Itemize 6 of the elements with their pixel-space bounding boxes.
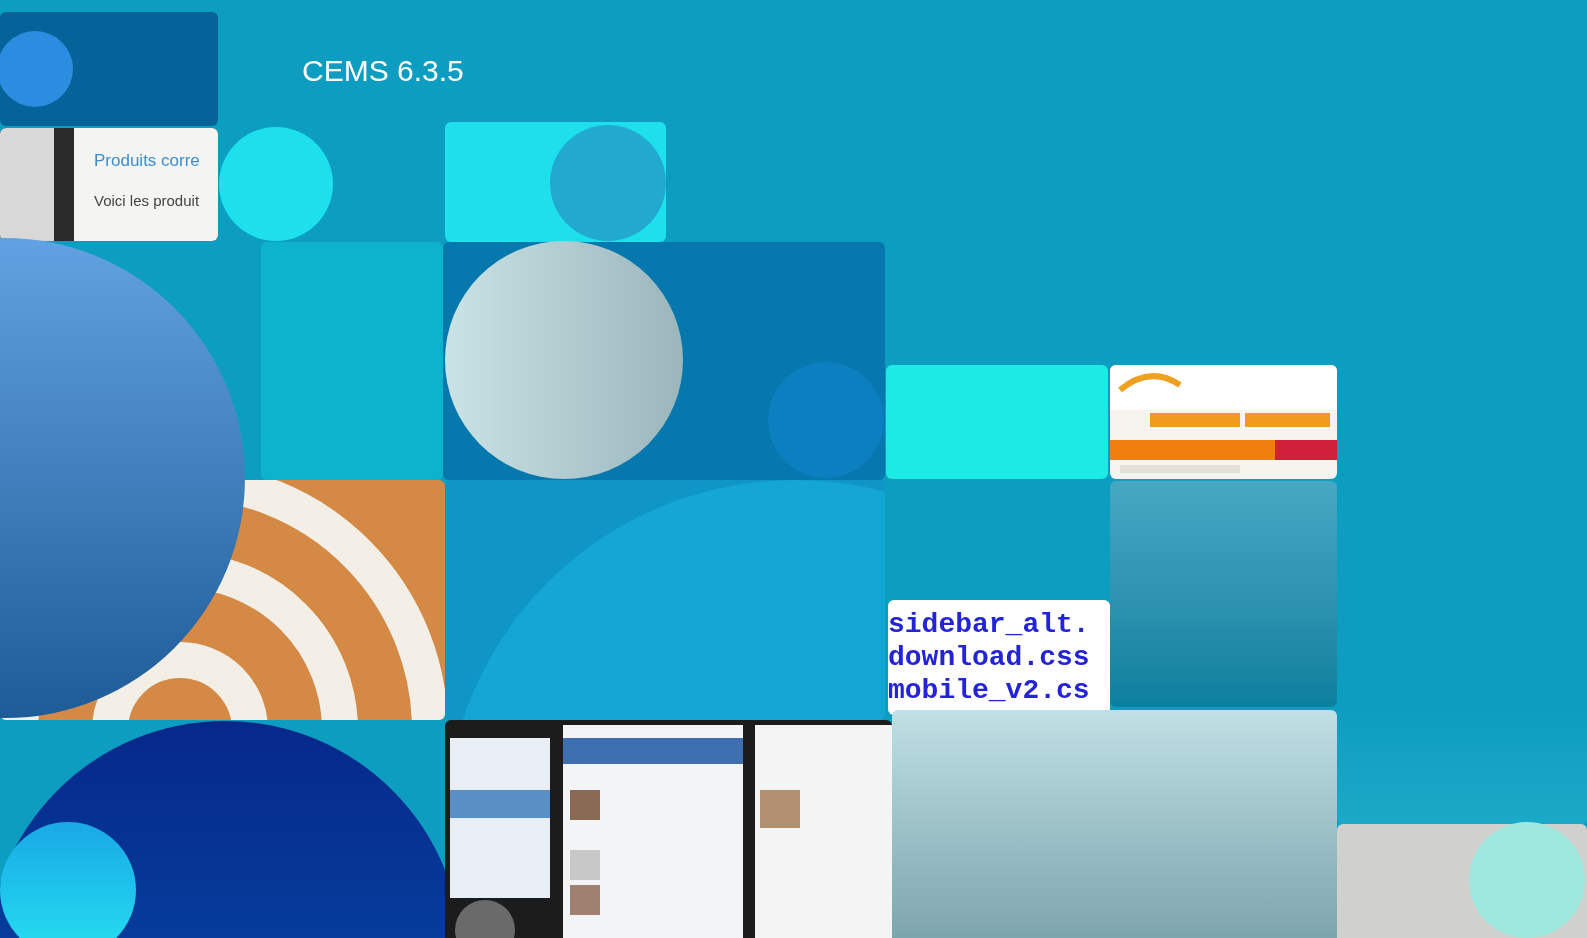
file-name: sidebar_alt. [888, 608, 1091, 641]
version-label: CEMS 6.3.5 [302, 53, 464, 89]
panel-text: Voici les produit [94, 190, 201, 211]
panel-title: Produits corre [94, 150, 201, 172]
file-name: mobile_v2.cs [888, 674, 1091, 707]
file-name: download.css [888, 641, 1091, 674]
